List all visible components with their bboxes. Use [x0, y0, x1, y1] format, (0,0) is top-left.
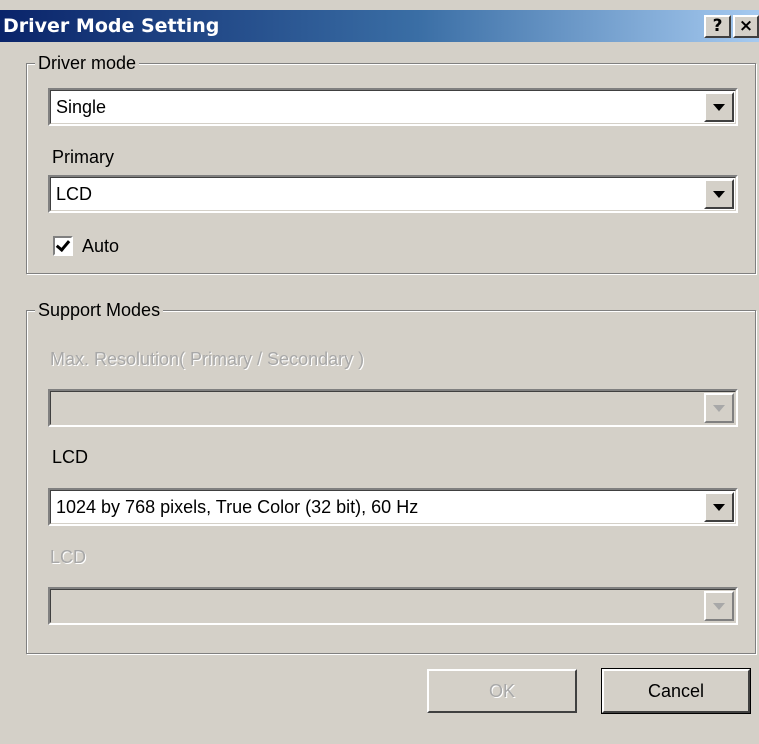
driver-mode-dialog: Driver Mode Setting ? × Driver mode Sing…: [0, 0, 759, 744]
close-icon: ×: [738, 16, 754, 36]
help-button[interactable]: ?: [704, 15, 731, 38]
auto-checkbox[interactable]: [53, 236, 73, 256]
driver-mode-select[interactable]: Single: [48, 88, 738, 126]
auto-label[interactable]: Auto: [82, 235, 119, 257]
driver-mode-legend: Driver mode: [35, 52, 140, 74]
secondary-display-label: LCD: [50, 547, 87, 567]
chevron-down-icon[interactable]: [704, 179, 734, 209]
primary-display-mode-select[interactable]: 1024 by 768 pixels, True Color (32 bit),…: [48, 488, 738, 526]
primary-display-label: LCD: [52, 447, 89, 467]
help-icon: ?: [712, 16, 723, 36]
primary-select[interactable]: LCD: [48, 175, 738, 213]
window-title: Driver Mode Setting: [3, 15, 220, 37]
ok-button[interactable]: OK: [427, 669, 577, 713]
cancel-button[interactable]: Cancel: [601, 668, 751, 714]
support-modes-legend: Support Modes: [35, 299, 164, 321]
secondary-display-mode-select[interactable]: [48, 587, 738, 625]
title-bar[interactable]: Driver Mode Setting ? ×: [0, 10, 759, 42]
chevron-down-icon[interactable]: [704, 591, 734, 621]
driver-mode-value: Single: [56, 97, 107, 117]
max-resolution-select[interactable]: [48, 389, 738, 427]
primary-display-mode-value: 1024 by 768 pixels, True Color (32 bit),…: [56, 497, 419, 517]
primary-label: Primary: [52, 147, 114, 167]
primary-value: LCD: [56, 184, 93, 204]
chevron-down-icon[interactable]: [704, 92, 734, 122]
max-resolution-label: Max. Resolution( Primary / Secondary ): [50, 349, 365, 369]
chevron-down-icon[interactable]: [704, 492, 734, 522]
chevron-down-icon[interactable]: [704, 393, 734, 423]
close-button[interactable]: ×: [733, 15, 759, 38]
